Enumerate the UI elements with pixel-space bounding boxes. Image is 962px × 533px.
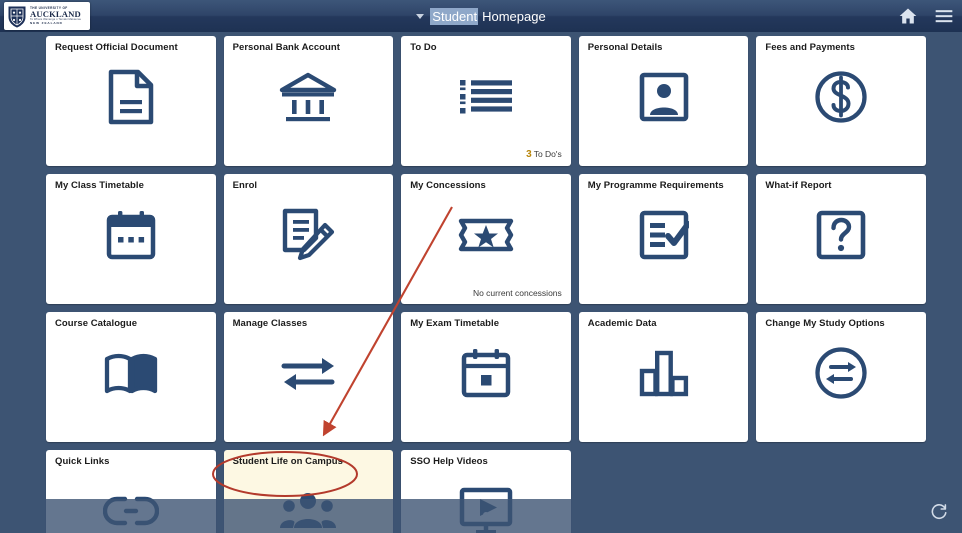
tile-title: My Programme Requirements <box>587 180 724 191</box>
tile-title: Fees and Payments <box>765 42 855 53</box>
bottom-fade-overlay <box>0 499 962 533</box>
exchange-circle-icon <box>756 334 926 412</box>
ticket-star-icon <box>401 196 571 274</box>
page-title-rest: Homepage <box>482 8 546 24</box>
chevron-down-icon[interactable] <box>416 13 425 19</box>
tile-change-my-study-options[interactable]: Change My Study Options <box>756 312 926 442</box>
person-card-icon <box>579 58 749 136</box>
tile-title: Enrol <box>232 180 258 191</box>
question-box-icon <box>756 196 926 274</box>
homepage-tile-grid: Request Official Document Personal Bank … <box>46 36 926 533</box>
logo-line-4: NEW ZEALAND <box>30 20 63 25</box>
document-icon <box>46 58 216 136</box>
tile-footer: No current concessions <box>473 288 562 298</box>
tile-my-programme-requirements[interactable]: My Programme Requirements <box>578 174 749 304</box>
tile-title: Manage Classes <box>232 318 308 329</box>
calendar-square-icon <box>401 334 571 412</box>
swap-arrows-icon <box>224 334 394 412</box>
tile-footer-text: To Do's <box>533 149 562 159</box>
refresh-icon[interactable] <box>930 503 948 526</box>
tile-title: Quick Links <box>55 456 110 467</box>
home-icon[interactable] <box>898 6 918 26</box>
page-header: THE UNIVERSITY OF AUCKLAND Te Whare Wana… <box>0 0 962 32</box>
calendar-dots-icon <box>46 196 216 274</box>
tile-title: My Class Timetable <box>55 180 144 191</box>
tile-what-if-report[interactable]: What-if Report <box>756 174 926 304</box>
tile-course-catalogue[interactable]: Course Catalogue <box>46 312 216 442</box>
tile-title: Request Official Document <box>55 42 178 53</box>
open-book-icon <box>46 334 216 412</box>
tile-footer-text: No current concessions <box>472 288 562 298</box>
tile-my-exam-timetable[interactable]: My Exam Timetable <box>401 312 571 442</box>
checklist-icon <box>579 196 749 274</box>
tile-title: My Concessions <box>410 180 486 191</box>
tile-my-concessions[interactable]: My Concessions No current concessions <box>401 174 571 304</box>
tile-badge-count: 3 <box>526 149 532 160</box>
homepage-selector[interactable]: Student Homepage <box>416 7 546 25</box>
tile-request-official-document[interactable]: Request Official Document <box>46 36 216 166</box>
tile-title: Student Life on Campus <box>232 456 343 467</box>
student-homepage-app: THE UNIVERSITY OF AUCKLAND Te Whare Wana… <box>0 0 962 533</box>
tile-title: My Exam Timetable <box>410 318 500 329</box>
tile-enrol[interactable]: Enrol <box>223 174 394 304</box>
tile-title: Academic Data <box>587 318 657 329</box>
tile-academic-data[interactable]: Academic Data <box>578 312 749 442</box>
tile-title: Course Catalogue <box>55 318 138 329</box>
tile-personal-bank-account[interactable]: Personal Bank Account <box>223 36 394 166</box>
tile-title: Change My Study Options <box>765 318 885 329</box>
tile-personal-details[interactable]: Personal Details <box>578 36 749 166</box>
tile-title: What-if Report <box>765 180 832 191</box>
hamburger-menu-icon[interactable] <box>934 6 954 26</box>
tile-to-do[interactable]: To Do 3 To Do's <box>401 36 571 166</box>
bar-chart-icon <box>579 334 749 412</box>
bank-icon <box>224 58 394 136</box>
tile-manage-classes[interactable]: Manage Classes <box>223 312 394 442</box>
tile-my-class-timetable[interactable]: My Class Timetable <box>46 174 216 304</box>
tile-title: Personal Bank Account <box>232 42 340 53</box>
university-crest-icon <box>7 5 27 28</box>
tile-title: To Do <box>410 42 437 53</box>
document-pencil-icon <box>224 196 394 274</box>
header-title-area: Student Homepage <box>0 0 962 32</box>
tile-title: Personal Details <box>587 42 663 53</box>
header-icon-group <box>898 0 954 32</box>
page-title-selected-word: Student <box>430 7 479 25</box>
university-logo[interactable]: THE UNIVERSITY OF AUCKLAND Te Whare Wana… <box>4 2 90 30</box>
tile-fees-and-payments[interactable]: Fees and Payments <box>756 36 926 166</box>
tile-footer: 3 To Do's <box>526 149 562 160</box>
list-icon <box>401 58 571 136</box>
dollar-circle-icon <box>756 58 926 136</box>
tile-title: SSO Help Videos <box>410 456 488 467</box>
